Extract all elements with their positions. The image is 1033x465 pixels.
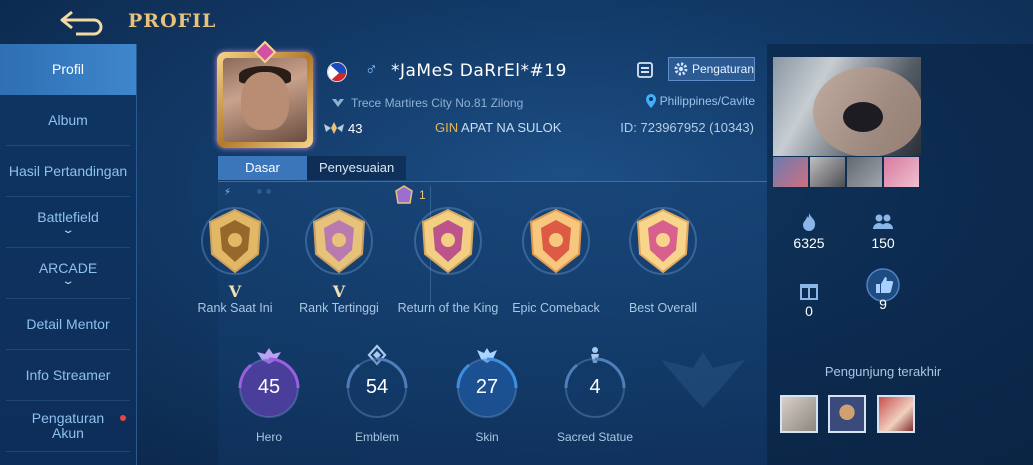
popularity-value: 6325 xyxy=(793,235,825,251)
sidebar-item-battlefield[interactable]: Battlefield ⌄ xyxy=(6,197,130,248)
album-thumb[interactable] xyxy=(773,157,808,187)
sidebar-item-hasil-pertandingan[interactable]: Hasil Pertandingan xyxy=(6,146,130,197)
sidebar-item-info-streamer[interactable]: Info Streamer xyxy=(6,350,130,401)
chevron-down-icon: ⌄ xyxy=(61,275,75,287)
sidebar-item-label: Pengaturan Akun xyxy=(31,410,105,441)
album-thumbnails xyxy=(773,157,919,187)
gift-icon xyxy=(800,284,818,300)
profile-main: ♂ *JaMeS DaRrEl*#19 Pengaturan Trece Mar… xyxy=(137,40,767,465)
location-pin-icon xyxy=(645,94,656,108)
region: Philippines/Cavite xyxy=(645,93,755,109)
copy-icon xyxy=(637,62,653,78)
stat-label: Skin xyxy=(475,430,499,444)
sidebar-item-label: Profil xyxy=(52,61,84,77)
album-thumb[interactable] xyxy=(884,157,919,187)
star-count: 1 xyxy=(395,185,426,205)
rank-medal-icon[interactable] xyxy=(198,204,272,278)
male-icon: ♂ xyxy=(365,60,378,79)
visitor-avatar[interactable] xyxy=(877,395,915,433)
season-icon: ⚡ xyxy=(224,187,232,198)
likes-value: 9 xyxy=(879,296,887,312)
gifts-value: 0 xyxy=(805,303,813,319)
level-number: 43 xyxy=(348,120,363,136)
gear-icon xyxy=(674,62,688,76)
profile-tabs: Dasar Penyesuaian xyxy=(218,156,407,180)
level-wings-icon xyxy=(324,122,344,134)
stat-value: 27 xyxy=(475,376,499,398)
visitor-avatar[interactable] xyxy=(828,395,866,433)
chevron-down-icon: ⌄ xyxy=(61,224,75,236)
recent-visitors-title: Pengunjung terakhir xyxy=(824,364,942,379)
avatar[interactable] xyxy=(217,40,313,148)
avatar-photo xyxy=(223,58,307,142)
star-medal-icon xyxy=(395,185,413,204)
copy-button[interactable] xyxy=(635,60,657,80)
sidebar-item-profil[interactable]: Profil xyxy=(0,44,136,95)
sidebar-item-label: Info Streamer xyxy=(25,366,111,383)
sidebar-item-pengaturan-akun[interactable]: Pengaturan Akun xyxy=(6,401,130,452)
player-id: ID: 723967952 (10343) xyxy=(620,120,754,135)
right-panel: 6325 150 0 9 Pengunjung terakhir xyxy=(767,44,1033,465)
likes-stat[interactable]: 9 xyxy=(853,268,913,312)
album-thumb[interactable] xyxy=(810,157,845,187)
philippines-flag-icon xyxy=(327,62,347,82)
followers-value: 150 xyxy=(871,235,895,251)
sidebar-item-arcade[interactable]: ARCADE ⌄ xyxy=(6,248,130,299)
player-name: *JaMeS DaRrEl*#19 xyxy=(391,61,567,81)
sidebar-item-label: Hasil Pertandingan xyxy=(8,162,128,179)
stat-value: 45 xyxy=(257,376,281,398)
star-count-value: 1 xyxy=(419,188,426,202)
squad-title: APAT NA SULOK xyxy=(461,120,562,135)
cover-photo[interactable] xyxy=(773,57,921,156)
notification-dot xyxy=(120,415,126,421)
rank-medal-label: Best Overall xyxy=(628,301,698,315)
sidebar-item-label: Album xyxy=(48,111,88,128)
settings-label: Pengaturan xyxy=(691,62,754,76)
squad-name[interactable]: GIN APAT NA SULOK xyxy=(435,120,561,135)
rank-medal-icon[interactable] xyxy=(626,204,700,278)
rank-tier: V xyxy=(332,282,346,301)
rank-medal-icon[interactable] xyxy=(302,204,376,278)
rank-medal-icon[interactable] xyxy=(411,204,485,278)
flame-icon xyxy=(803,213,816,231)
people-icon xyxy=(873,214,893,229)
back-arrow-icon xyxy=(60,10,103,36)
stat-label: Hero xyxy=(255,430,282,444)
sidebar-item-label: ARCADE xyxy=(38,259,98,276)
popularity-stat: 6325 xyxy=(779,212,839,251)
rank-medal-icon[interactable] xyxy=(519,204,593,278)
stat-label: Emblem xyxy=(354,430,399,444)
watermark-emblem-icon xyxy=(661,352,745,408)
tab-penyesuaian[interactable]: Penyesuaian xyxy=(307,156,407,180)
visitor-avatar[interactable] xyxy=(780,395,818,433)
gifts-stat[interactable]: 0 xyxy=(779,280,839,319)
page-title: PROFIL xyxy=(128,10,217,32)
sidebar: Profil Album Hasil Pertandingan Battlefi… xyxy=(0,44,137,465)
location-row: Trece Martires City No.81 Zilong xyxy=(331,96,523,110)
sidebar-item-label: Battlefield xyxy=(37,208,99,225)
sidebar-item-detail-mentor[interactable]: Detail Mentor xyxy=(6,299,130,350)
location-text: Trece Martires City No.81 Zilong xyxy=(351,96,524,110)
back-button[interactable] xyxy=(58,8,106,36)
page-dots xyxy=(257,189,271,194)
level-badge: 43 xyxy=(323,120,362,136)
album-thumb[interactable] xyxy=(847,157,882,187)
region-text: Philippines/Cavite xyxy=(659,94,755,108)
stat-value: 4 xyxy=(589,376,601,398)
tab-dasar[interactable]: Dasar xyxy=(218,156,307,180)
location-marker-icon xyxy=(332,99,344,107)
settings-button[interactable]: Pengaturan xyxy=(668,57,755,81)
stat-label: Sacred Statue xyxy=(556,430,634,444)
rank-tier: V xyxy=(228,282,242,301)
sidebar-item-label: Detail Mentor xyxy=(26,315,110,332)
header: PROFIL xyxy=(0,0,1033,44)
stat-value: 54 xyxy=(365,376,389,398)
followers-stat[interactable]: 150 xyxy=(853,212,913,251)
squad-tag: GIN xyxy=(435,120,459,135)
sidebar-item-album[interactable]: Album xyxy=(6,95,130,146)
